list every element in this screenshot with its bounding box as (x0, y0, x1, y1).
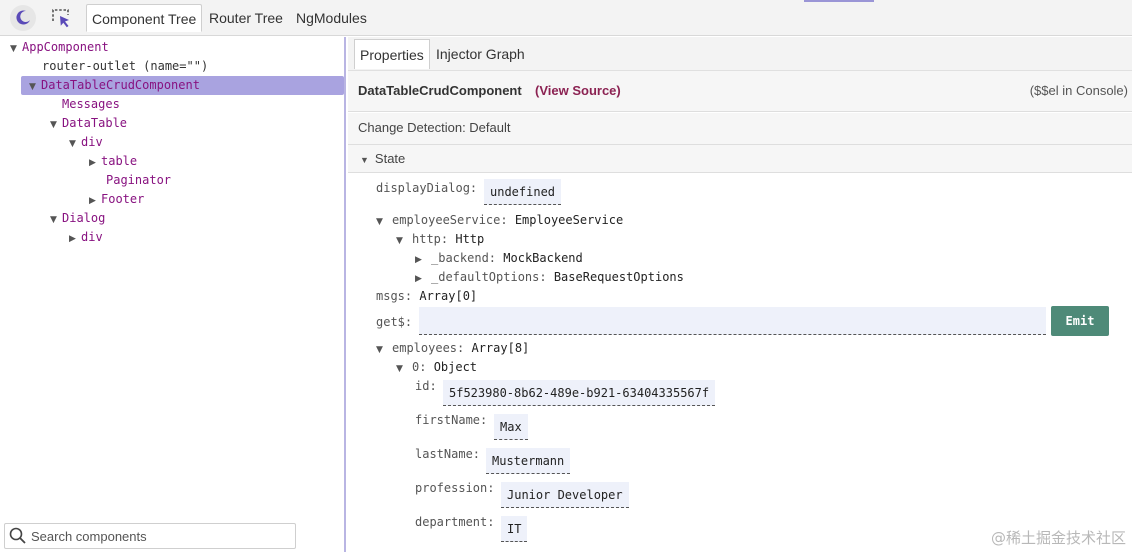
expand-icon[interactable]: ▼ (29, 78, 41, 97)
expand-icon[interactable]: ▼ (69, 135, 81, 154)
tree-node[interactable]: ▶ div (69, 228, 103, 247)
prop-value-id[interactable]: 5f523980-8b62-489e-b921-63404335567f (443, 380, 716, 406)
state-section-header[interactable]: ▼ State (348, 145, 1132, 173)
component-header: DataTableCrudComponent (View Source) ($$… (348, 70, 1132, 112)
tree-node[interactable]: ▼ Dialog (50, 209, 105, 228)
prop-employees[interactable]: ▼ employees: Array[8] (376, 339, 529, 360)
moon-icon (16, 10, 30, 25)
search-box[interactable] (4, 523, 296, 549)
tab-router-tree[interactable]: Router Tree (204, 4, 288, 32)
prop-displayDialog: displayDialog: (376, 181, 478, 195)
expand-icon[interactable]: ▼ (50, 116, 62, 135)
tree-node[interactable]: ▶ table (89, 152, 137, 171)
expand-icon[interactable]: ▼ (50, 211, 62, 230)
expand-icon[interactable]: ▶ (69, 230, 81, 249)
inspect-element-button[interactable] (46, 4, 76, 32)
collapse-icon[interactable]: ▼ (360, 155, 369, 165)
watermark: @稀土掘金技术社区 (990, 529, 1126, 547)
inspect-icon (52, 9, 69, 28)
prop-backend[interactable]: ▶ _backend: MockBackend (415, 249, 583, 270)
collapse-icon[interactable]: ▼ (396, 360, 412, 379)
tree-node[interactable]: Messages (50, 95, 120, 114)
tree-node[interactable]: Paginator (94, 171, 171, 190)
component-tree-panel: ▼ AppComponent router-outlet (name="") ▼ D… (0, 37, 346, 552)
prop-value-displayDialog[interactable]: undefined (484, 179, 562, 205)
prop-employee-0[interactable]: ▼ 0: Object (396, 358, 477, 379)
tab-component-tree[interactable]: Component Tree (86, 4, 203, 32)
view-source-link[interactable]: (View Source) (535, 83, 621, 98)
search-icon (9, 527, 26, 544)
tree-node[interactable]: router-outlet (name="") (30, 57, 208, 76)
prop-get: get$: (376, 315, 413, 329)
prop-value-department[interactable]: IT (501, 516, 528, 542)
details-tabs: Properties Injector Graph (348, 37, 1132, 70)
prop-value-firstName[interactable]: Max (494, 414, 528, 440)
tree-node-selected[interactable]: ▼ DataTableCrudComponent (21, 76, 344, 95)
prop-employeeService[interactable]: ▼ employeeService: EmployeeService (376, 211, 623, 232)
prop-department: department: (415, 515, 495, 529)
prop-msgs: msgs: Array[0] (376, 289, 478, 303)
tab-properties[interactable]: Properties (354, 39, 430, 69)
console-hint: ($$el in Console) (1029, 83, 1128, 98)
change-detection-label: Change Detection: Default (348, 113, 1132, 145)
tree-node[interactable]: ▼ AppComponent (10, 38, 109, 57)
tab-injector-graph[interactable]: Injector Graph (431, 39, 530, 69)
tab-ngmodules[interactable]: NgModules (291, 4, 372, 32)
tree-node[interactable]: ▼ div (69, 133, 103, 152)
prop-defaultOptions[interactable]: ▶ _defaultOptions: BaseRequestOptions (415, 268, 684, 289)
tree-node[interactable]: ▶ Footer (89, 190, 144, 209)
tree-node[interactable]: ▼ DataTable (50, 114, 127, 133)
theme-toggle-button[interactable] (8, 4, 38, 32)
collapse-icon[interactable]: ▼ (376, 341, 392, 360)
search-input[interactable] (31, 528, 281, 544)
collapse-icon[interactable]: ▼ (396, 232, 412, 251)
collapse-icon[interactable]: ▼ (376, 213, 392, 232)
prop-profession: profession: (415, 481, 495, 495)
prop-value-profession[interactable]: Junior Developer (501, 482, 629, 508)
top-toolbar: Component Tree Router Tree NgModules (0, 0, 1132, 36)
prop-id: id: (415, 379, 437, 393)
prop-value-lastName[interactable]: Mustermann (486, 448, 571, 474)
accent-line (804, 0, 874, 2)
details-panel: Properties Injector Graph DataTableCrudC… (348, 37, 1132, 552)
prop-http[interactable]: ▼ http: Http (396, 230, 484, 251)
expand-icon[interactable]: ▼ (10, 40, 22, 59)
emit-button[interactable]: Emit (1051, 306, 1109, 336)
prop-firstName: firstName: (415, 413, 488, 427)
prop-lastName: lastName: (415, 447, 481, 461)
get-emit-input[interactable] (419, 307, 1046, 335)
component-name: DataTableCrudComponent (358, 83, 522, 98)
